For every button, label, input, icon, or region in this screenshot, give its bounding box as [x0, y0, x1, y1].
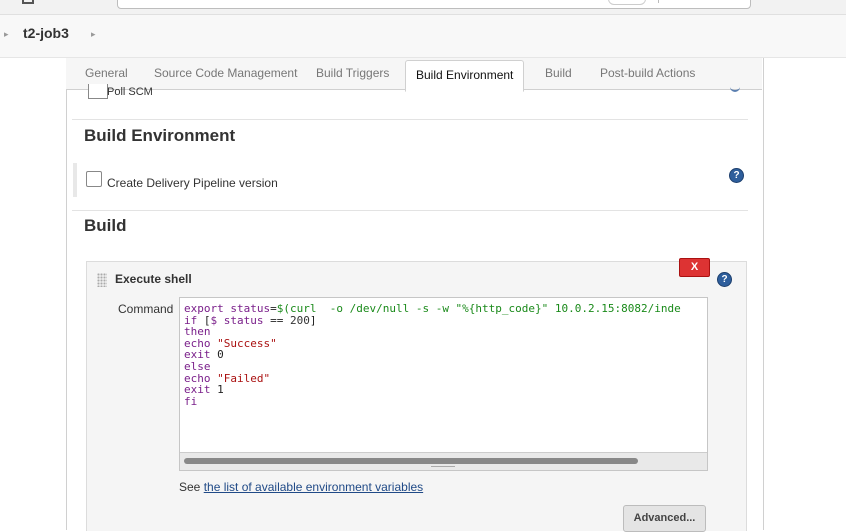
create-delivery-pipeline-checkbox[interactable] [86, 171, 102, 187]
scrollbar-thumb[interactable] [184, 458, 638, 464]
search-shortcut-pill [608, 0, 646, 5]
top-bar: × [0, 0, 846, 15]
command-label: Command [118, 302, 174, 316]
build-heading: Build [84, 216, 127, 235]
command-code[interactable]: export status=$(curl -o /dev/null -s -w … [184, 303, 681, 407]
code-line: fi [184, 394, 198, 408]
poll-scm-label: Poll SCM [107, 86, 153, 98]
build-environment-heading: Build Environment [84, 126, 236, 145]
divider [72, 210, 748, 211]
tab-post-build-actions[interactable]: Post-build Actions [600, 58, 695, 89]
poll-scm-checkbox[interactable] [88, 84, 108, 99]
execute-shell-title: Execute shell [115, 272, 192, 286]
code-line: "Failed" [217, 371, 271, 385]
chevron-right-icon: ▸ [4, 29, 9, 39]
code-line: 200 [289, 313, 310, 327]
env-vars-hint: See the list of available environment va… [179, 480, 423, 494]
help-icon[interactable]: ? [729, 168, 744, 183]
divider [72, 119, 748, 120]
breadcrumb-job[interactable]: t2-job3 [23, 25, 69, 41]
close-icon[interactable]: × [733, 0, 742, 3]
create-delivery-pipeline-label: Create Delivery Pipeline version [107, 176, 278, 190]
tab-build-triggers[interactable]: Build Triggers [316, 58, 389, 89]
chevron-right-icon[interactable]: ▸ [91, 29, 96, 40]
breadcrumb: ▸ t2-job3 ▸ [0, 15, 846, 58]
code-line: "Success" [217, 336, 277, 350]
search-divider [658, 0, 659, 3]
command-editor[interactable]: export status=$(curl -o /dev/null -s -w … [179, 297, 708, 471]
resize-handle-icon[interactable] [431, 466, 455, 470]
code-line: $ status [210, 313, 264, 327]
option-indent-bar [73, 163, 77, 197]
help-icon[interactable]: ? [717, 272, 732, 287]
tab-build-environment[interactable]: Build Environment [405, 60, 525, 92]
see-prefix: See [179, 480, 201, 494]
search-box[interactable]: × [117, 0, 751, 9]
horizontal-scrollbar[interactable] [180, 452, 707, 470]
advanced-button[interactable]: Advanced... [623, 505, 706, 532]
env-vars-link[interactable]: the list of available environment variab… [204, 480, 423, 494]
tab-source-code-management[interactable]: Source Code Management [154, 58, 297, 89]
config-tabs: General Source Code Management Build Tri… [66, 58, 762, 92]
code-line: $(curl -o /dev/null -s -w "%{http_code}"… [276, 302, 681, 315]
menu-icon[interactable] [22, 0, 34, 4]
tab-build[interactable]: Build [545, 58, 572, 89]
drag-handle-icon[interactable] [97, 273, 107, 287]
delete-step-button[interactable]: X [679, 258, 710, 277]
